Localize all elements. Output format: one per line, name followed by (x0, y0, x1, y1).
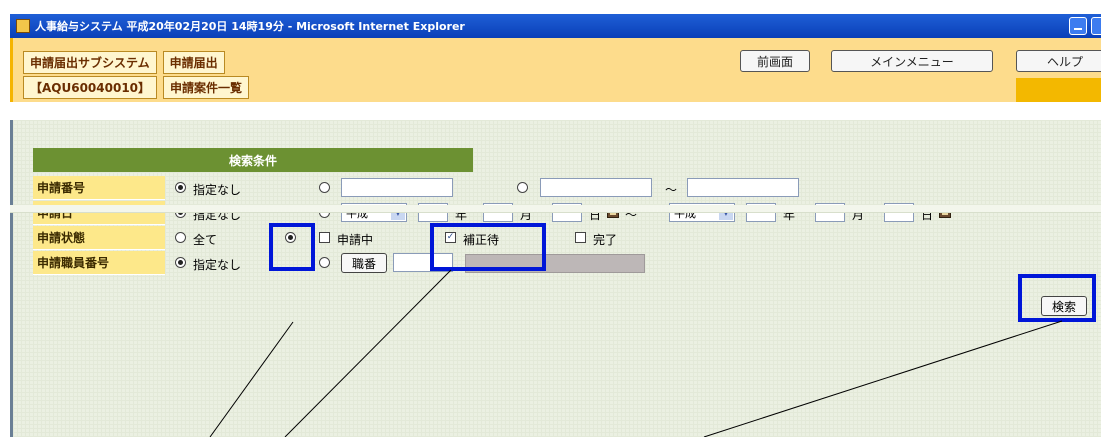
annotation-line-3 (703, 320, 1063, 437)
annotation-lines (209, 269, 1063, 437)
browser-window: 人事給与システム 平成20年02月20日 14時19分 - Microsoft … (0, 0, 1101, 437)
annotation-line-1 (209, 321, 294, 437)
annotation-line-2 (284, 269, 452, 437)
